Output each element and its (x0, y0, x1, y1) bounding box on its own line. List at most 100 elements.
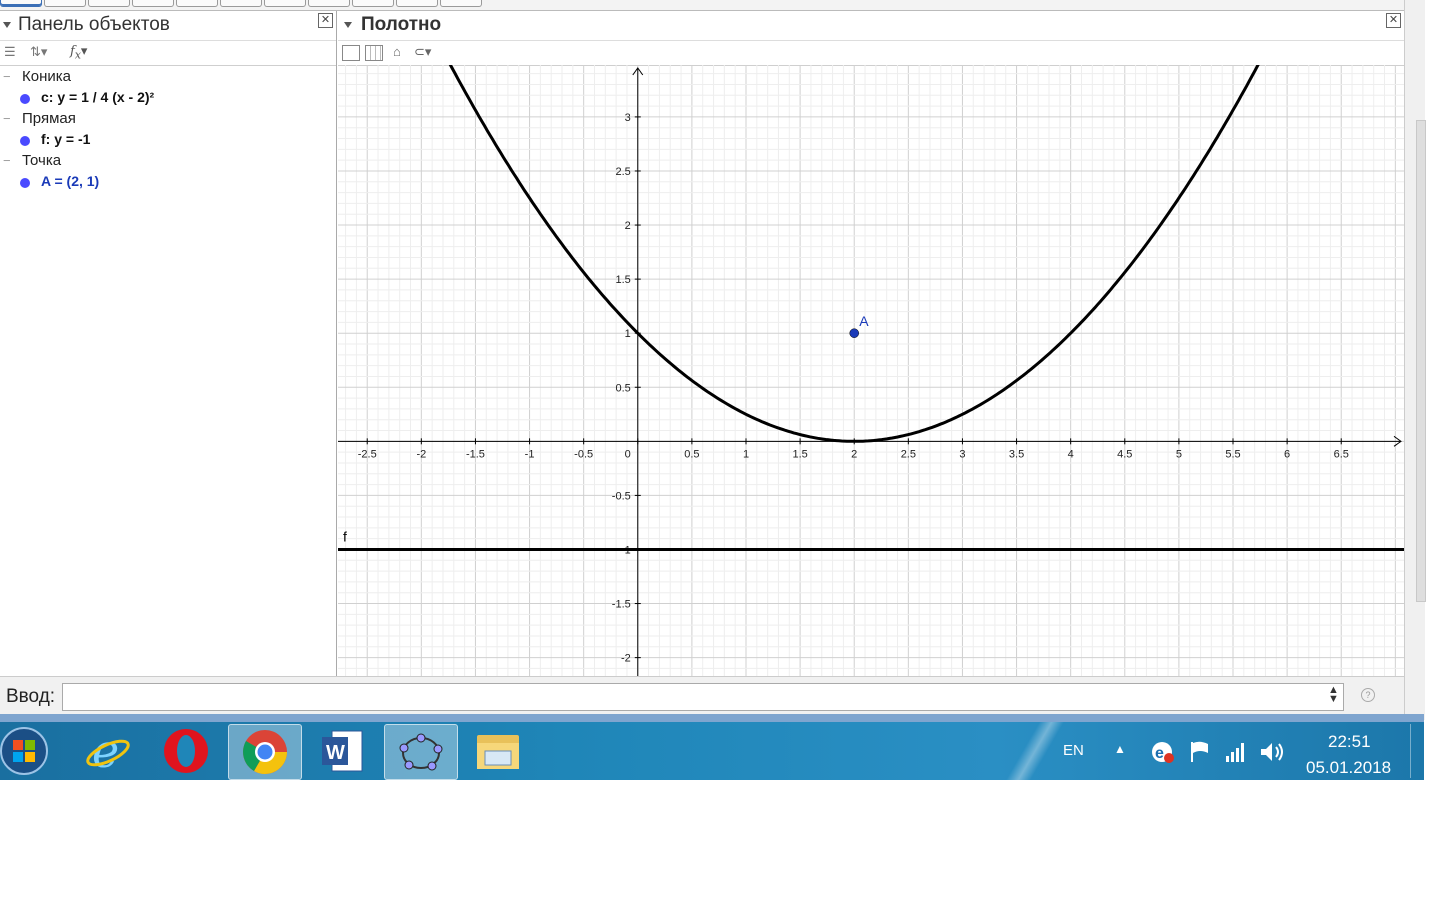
y-tick-label: 2.5 (615, 166, 630, 178)
x-tick-label: 0.5 (684, 448, 699, 460)
x-tick-label: 3 (959, 448, 965, 460)
y-tick-label: 0.5 (615, 382, 630, 394)
object-panel: Панель объектов ✕ ☰ ⇅▾ fx▾ − Коника c: y… (0, 11, 337, 676)
x-tick-label: -0.5 (574, 448, 593, 460)
clock-date[interactable]: 05.01.2018 (1306, 758, 1391, 778)
x-tick-label: 4 (1068, 448, 1074, 460)
grid-toggle-icon[interactable] (365, 45, 383, 61)
tool-button[interactable] (352, 0, 394, 7)
tree-category[interactable]: − Точка (0, 151, 336, 172)
chrome-icon (243, 730, 287, 774)
tool-button[interactable] (308, 0, 350, 7)
x-tick-label: -2.5 (358, 448, 377, 460)
x-tick-label: 1.5 (792, 448, 807, 460)
collapse-icon[interactable]: − (3, 153, 11, 168)
object-panel-toolbar: ☰ ⇅▾ fx▾ (0, 41, 336, 66)
tree-item[interactable]: A = (2, 1) (0, 172, 336, 193)
tool-button[interactable] (220, 0, 262, 7)
tool-button[interactable] (88, 0, 130, 7)
opera-app[interactable] (150, 724, 222, 778)
tool-button[interactable] (264, 0, 306, 7)
canvas-panel: Полотно ✕ ⌂ ⊂▾ -2.5 -2 -1.5 -1 -0.5 0 0.5 1 1.5 2… (338, 11, 1413, 676)
tool-button[interactable] (176, 0, 218, 7)
window-bottom-border (0, 714, 1424, 722)
word-icon: W (322, 730, 363, 772)
windows-orb-icon (0, 727, 48, 775)
collapse-triangle-icon[interactable] (3, 22, 11, 28)
explorer-app[interactable] (462, 724, 534, 778)
x-tick-label: -1.5 (466, 448, 485, 460)
tree-item[interactable]: c: y = 1 / 4 (x - 2)² (0, 88, 336, 109)
tool-button[interactable] (132, 0, 174, 7)
action-center-flag-icon[interactable] (1188, 740, 1212, 764)
axes-toggle-icon[interactable] (342, 45, 360, 61)
x-tick-label: 1 (743, 448, 749, 460)
canvas-toolbar: ⌂ ⊂▾ (338, 41, 1404, 66)
internet-explorer-icon: e (86, 727, 130, 775)
word-app[interactable]: W (306, 724, 378, 778)
list-icon[interactable]: ☰ (4, 44, 16, 60)
chrome-app[interactable] (228, 724, 302, 780)
language-indicator[interactable]: EN (1063, 742, 1084, 759)
ie-app[interactable]: e (72, 724, 144, 778)
visibility-dot-icon[interactable] (20, 136, 30, 146)
canvas-panel-header: Полотно ✕ (338, 11, 1404, 41)
y-tick-label: 3 (625, 112, 631, 124)
tool-button[interactable] (440, 0, 482, 7)
graphics-view[interactable]: -2.5 -2 -1.5 -1 -0.5 0 0.5 1 1.5 2 2.5 3 3.5 4 4.5 5 5.5… (338, 65, 1404, 676)
tree-category[interactable]: − Прямая (0, 109, 336, 130)
x-tick-label: 3.5 (1009, 448, 1024, 460)
object-tree: − Коника c: y = 1 / 4 (x - 2)² − Прямая … (0, 67, 336, 193)
security-e-icon[interactable]: e (1150, 740, 1176, 764)
visibility-dot-icon[interactable] (20, 94, 30, 104)
point-a (849, 328, 859, 338)
clock-time[interactable]: 22:51 (1328, 732, 1371, 752)
canvas-panel-title: Полотно (361, 14, 442, 35)
close-icon[interactable]: ✕ (1386, 13, 1401, 28)
geogebra-icon (399, 733, 443, 771)
x-tick-label: 5 (1176, 448, 1182, 460)
y-tick-label: 1.5 (615, 274, 630, 286)
collapse-icon[interactable]: − (3, 111, 11, 126)
object-definition[interactable]: c: y = 1 / 4 (x - 2)² (41, 89, 154, 105)
collapse-triangle-icon[interactable] (344, 22, 352, 28)
input-bar: Ввод: ▲ ▼ ? (0, 676, 1404, 715)
object-definition[interactable]: A = (2, 1) (41, 173, 99, 189)
show-desktop-divider[interactable] (1410, 724, 1411, 778)
input-history-arrows-icon[interactable]: ▲ ▼ (1328, 685, 1339, 705)
collapse-icon[interactable]: − (3, 69, 11, 84)
scrollbar-right[interactable] (1404, 0, 1426, 720)
input-field[interactable] (62, 683, 1344, 711)
sort-icon[interactable]: ⇅▾ (30, 44, 47, 60)
tree-item[interactable]: f: y = -1 (0, 130, 336, 151)
object-definition[interactable]: f: y = -1 (41, 131, 90, 147)
tool-button[interactable] (0, 0, 42, 7)
x-tick-label: 2 (851, 448, 857, 460)
y-tick-label: 1 (625, 328, 631, 340)
tree-category[interactable]: − Коника (0, 67, 336, 88)
close-icon[interactable]: ✕ (318, 13, 333, 28)
input-label: Ввод: (6, 686, 56, 707)
network-signal-icon[interactable] (1224, 740, 1246, 764)
volume-icon[interactable] (1258, 740, 1286, 764)
show-hidden-icons-icon[interactable]: ▲ (1114, 742, 1126, 756)
start-button[interactable] (0, 724, 54, 778)
visibility-dot-icon[interactable] (20, 178, 30, 188)
x-tick-label: -2 (416, 448, 426, 460)
scrollbar-thumb[interactable] (1416, 120, 1426, 602)
x-tick-label: -1 (525, 448, 535, 460)
x-tick-label: 6 (1284, 448, 1290, 460)
help-icon[interactable]: ? (1361, 688, 1375, 702)
tool-button[interactable] (396, 0, 438, 7)
graph-svg[interactable]: -2.5 -2 -1.5 -1 -0.5 0 0.5 1 1.5 2 2.5 3 3.5 4 4.5 5 5.5… (338, 65, 1404, 676)
geogebra-app[interactable] (384, 724, 458, 780)
home-icon[interactable]: ⌂ (393, 44, 401, 59)
svg-text:W: W (326, 742, 345, 764)
point-capture-icon[interactable]: ⊂▾ (414, 44, 431, 60)
y-tick-label: -1.5 (612, 599, 631, 611)
fx-icon[interactable]: fx▾ (70, 44, 87, 62)
x-tick-label: 2.5 (901, 448, 916, 460)
tool-button[interactable] (44, 0, 86, 7)
object-panel-title: Панель объектов (18, 14, 170, 35)
point-a-label: A (859, 313, 869, 329)
